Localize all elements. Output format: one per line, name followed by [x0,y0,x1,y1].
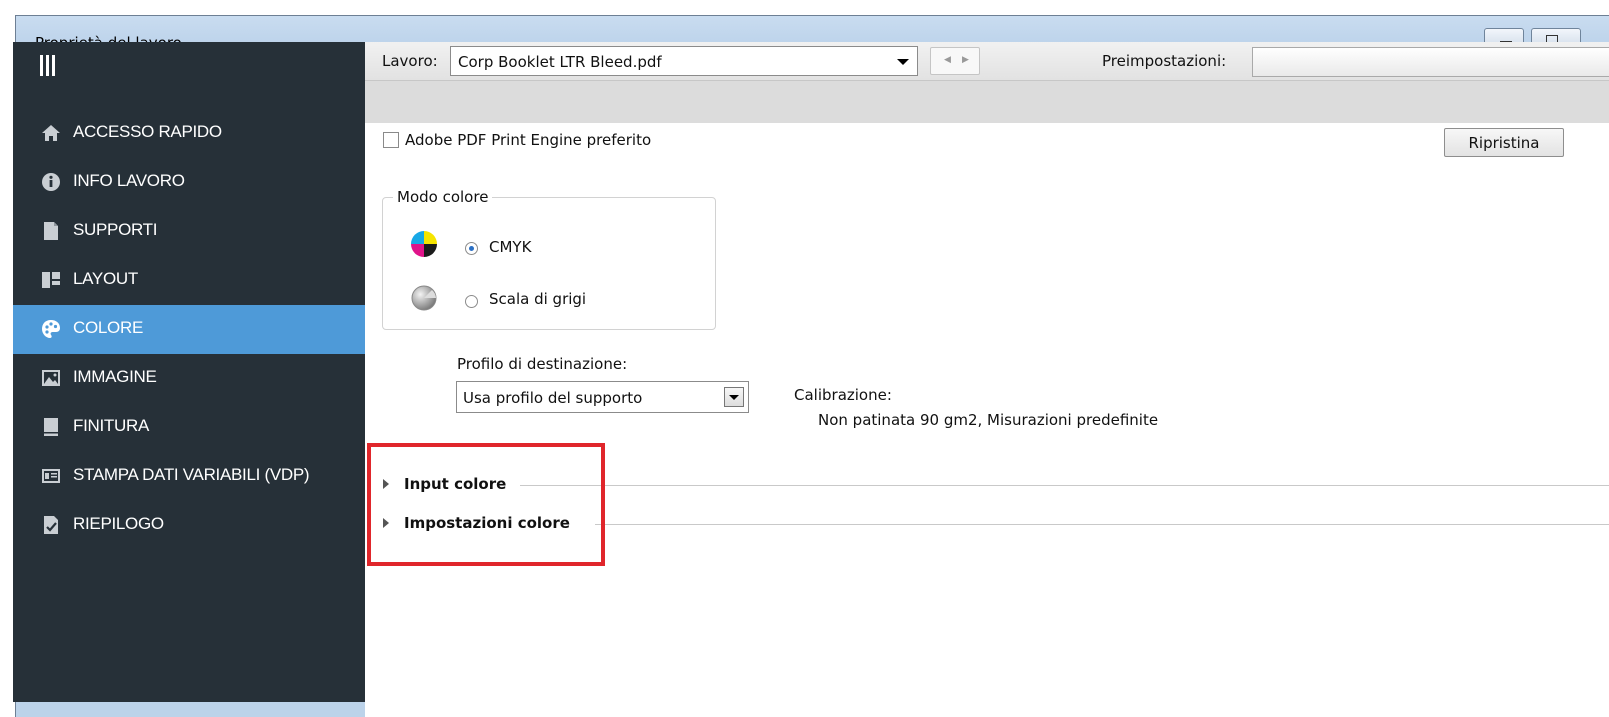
pdf-engine-label: Adobe PDF Print Engine preferito [405,131,652,149]
job-toolbar: Lavoro: Corp Booklet LTR Bleed.pdf ◀ ▶ P… [365,42,1609,81]
cmyk-radio[interactable] [465,242,478,255]
sidebar-item-label: IMMAGINE [73,367,157,386]
pdf-engine-checkbox[interactable] [383,132,399,148]
cmyk-icon [411,231,437,257]
sidebar-item-vdp[interactable]: STAMPA DATI VARIABILI (VDP) [13,452,365,501]
book-icon [44,418,58,436]
sidebar-item-label: SUPPORTI [73,220,158,239]
sidebar-item-label: INFO LAVORO [73,171,185,190]
home-icon [42,125,60,141]
sidebar-item-immagine[interactable]: IMMAGINE [13,354,365,403]
profile-select-value: Usa profilo del supporto [463,389,643,407]
sidebar-item-label: FINITURA [73,416,149,435]
preset-label: Preimpostazioni: [1102,52,1227,70]
sidebar-item-riepilogo[interactable]: RIEPILOGO [13,501,365,550]
reset-button-label: Ripristina [1468,134,1540,152]
paper-icon [44,222,58,240]
job-label: Lavoro: [382,52,438,70]
highlight-box [367,443,605,566]
sidebar-item-accesso-rapido[interactable]: ACCESSO RAPIDO [13,109,365,158]
sidebar-item-colore[interactable]: COLORE [13,305,365,354]
sidebar-item-label: STAMPA DATI VARIABILI (VDP) [73,465,310,484]
job-select[interactable]: Corp Booklet LTR Bleed.pdf [450,46,918,76]
cmyk-label: CMYK [489,238,532,256]
palette-icon [42,320,60,338]
job-nav-arrows[interactable]: ◀ ▶ [930,47,980,75]
chevron-down-icon[interactable] [724,387,744,407]
grayscale-icon [411,285,437,311]
sidebar-item-label: ACCESSO RAPIDO [73,122,222,141]
profile-select[interactable]: Usa profilo del supporto [456,381,749,413]
menu-icon[interactable] [40,55,55,76]
sidebar-item-layout[interactable]: LAYOUT [13,256,365,305]
calibration-value: Non patinata 90 gm2, Misurazioni predefi… [818,411,1159,429]
engine-bar [365,81,1609,123]
section-divider [520,485,1609,486]
layout-icon [42,272,60,288]
section-divider [595,524,1609,525]
sidebar-item-label: LAYOUT [73,269,138,288]
calibration-label: Calibrazione: [794,386,892,404]
next-arrow-icon[interactable]: ▶ [962,55,969,65]
sidebar-item-supporti[interactable]: SUPPORTI [13,207,365,256]
vdp-icon [42,469,60,483]
sidebar-item-info-lavoro[interactable]: INFO LAVORO [13,158,365,207]
job-select-value: Corp Booklet LTR Bleed.pdf [458,53,662,71]
preset-select[interactable] [1252,47,1609,77]
color-mode-title: Modo colore [393,188,493,206]
sidebar-item-label: RIEPILOGO [73,514,164,533]
chevron-down-icon [897,59,909,65]
sidebar-item-label: COLORE [73,318,143,337]
grayscale-label: Scala di grigi [489,290,587,308]
prev-arrow-icon[interactable]: ◀ [944,55,951,65]
grayscale-radio[interactable] [465,295,478,308]
reset-button[interactable]: Ripristina [1444,128,1564,157]
info-icon [42,173,60,191]
image-icon [42,370,60,386]
sidebar: ACCESSO RAPIDO INFO LAVORO SUPPORTI LAYO… [13,42,365,702]
sidebar-item-finitura[interactable]: FINITURA [13,403,365,452]
profile-label: Profilo di destinazione: [457,355,628,373]
summary-icon [44,516,58,534]
